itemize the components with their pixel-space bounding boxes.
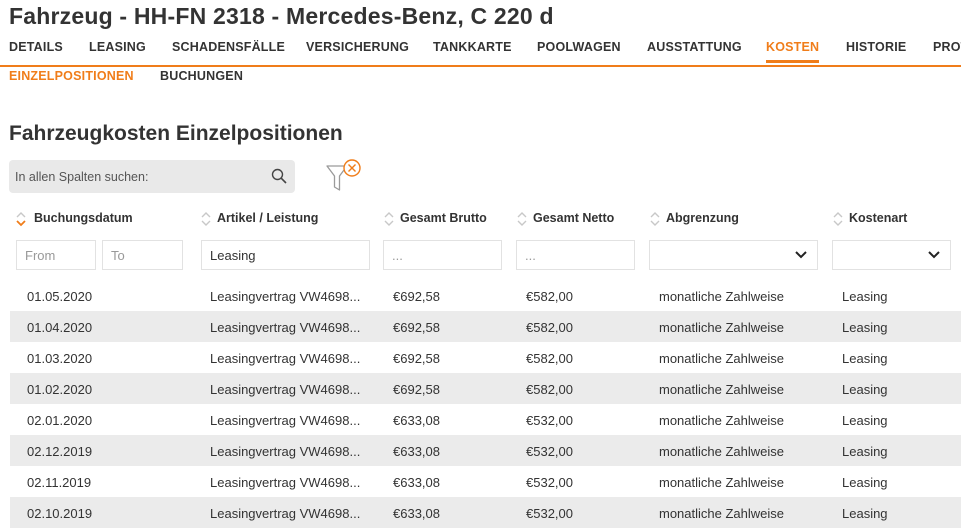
column-header-buchungsdatum[interactable]: Buchungsdatum bbox=[34, 211, 133, 225]
cell-buchungsdatum: 01.04.2020 bbox=[27, 320, 93, 335]
cell-abgrenzung: monatliche Zahlweise bbox=[659, 444, 785, 459]
cell-kostenart: Leasing bbox=[842, 382, 888, 397]
sort-icon[interactable] bbox=[200, 210, 212, 228]
cell-gesamt-netto: €582,00 bbox=[526, 320, 573, 335]
cell-abgrenzung: monatliche Zahlweise bbox=[659, 413, 785, 428]
cell-kostenart: Leasing bbox=[842, 475, 888, 490]
cell-gesamt-brutto: €633,08 bbox=[393, 444, 440, 459]
tab-prot[interactable]: PROT bbox=[933, 40, 961, 54]
tab-poolwagen[interactable]: POOLWAGEN bbox=[537, 40, 621, 54]
cell-abgrenzung: monatliche Zahlweise bbox=[659, 289, 785, 304]
artikel-filter[interactable] bbox=[201, 240, 370, 270]
chevron-down-icon bbox=[795, 251, 807, 259]
kostenart-filter-select[interactable] bbox=[832, 240, 951, 270]
tab-schadensfaelle[interactable]: SCHADENSFÄLLE bbox=[172, 40, 285, 54]
cell-abgrenzung: monatliche Zahlweise bbox=[659, 351, 785, 366]
tab-historie[interactable]: HISTORIE bbox=[846, 40, 906, 54]
cell-gesamt-netto: €532,00 bbox=[526, 506, 573, 521]
cell-gesamt-netto: €532,00 bbox=[526, 475, 573, 490]
cell-gesamt-brutto: €692,58 bbox=[393, 320, 440, 335]
cell-artikel: Leasingvertrag VW4698... bbox=[210, 289, 361, 304]
cell-buchungsdatum: 02.11.2019 bbox=[27, 475, 92, 490]
table-row[interactable]: 02.10.2019 Leasingvertrag VW4698... €633… bbox=[10, 497, 961, 528]
cell-abgrenzung: monatliche Zahlweise bbox=[659, 320, 785, 335]
cell-gesamt-netto: €582,00 bbox=[526, 351, 573, 366]
table-row[interactable]: 02.12.2019 Leasingvertrag VW4698... €633… bbox=[10, 435, 961, 466]
tab-details[interactable]: DETAILS bbox=[9, 40, 63, 54]
cell-abgrenzung: monatliche Zahlweise bbox=[659, 475, 785, 490]
subtab-buchungen[interactable]: BUCHUNGEN bbox=[160, 69, 243, 83]
cell-gesamt-netto: €582,00 bbox=[526, 289, 573, 304]
search-input[interactable] bbox=[15, 160, 261, 193]
cell-gesamt-brutto: €692,58 bbox=[393, 289, 440, 304]
cell-abgrenzung: monatliche Zahlweise bbox=[659, 382, 785, 397]
table-row[interactable]: 02.01.2020 Leasingvertrag VW4698... €633… bbox=[10, 404, 961, 435]
cell-artikel: Leasingvertrag VW4698... bbox=[210, 351, 361, 366]
abgrenzung-filter-select[interactable] bbox=[649, 240, 818, 270]
table-row[interactable]: 01.04.2020 Leasingvertrag VW4698... €692… bbox=[10, 311, 961, 342]
table-row[interactable]: 02.11.2019 Leasingvertrag VW4698... €633… bbox=[10, 466, 961, 497]
sort-icon[interactable] bbox=[832, 210, 844, 228]
brutto-filter[interactable] bbox=[383, 240, 502, 270]
table-row[interactable]: 01.03.2020 Leasingvertrag VW4698... €692… bbox=[10, 342, 961, 373]
cell-gesamt-brutto: €633,08 bbox=[393, 475, 440, 490]
chevron-down-icon bbox=[928, 251, 940, 259]
cell-gesamt-netto: €532,00 bbox=[526, 444, 573, 459]
netto-filter[interactable] bbox=[516, 240, 635, 270]
cell-artikel: Leasingvertrag VW4698... bbox=[210, 506, 361, 521]
date-from-filter[interactable] bbox=[16, 240, 96, 270]
cell-abgrenzung: monatliche Zahlweise bbox=[659, 506, 785, 521]
column-header-gesamt-netto[interactable]: Gesamt Netto bbox=[533, 211, 614, 225]
tab-tankkarte[interactable]: TANKKARTE bbox=[433, 40, 512, 54]
tab-leasing[interactable]: LEASING bbox=[89, 40, 146, 54]
column-header-abgrenzung[interactable]: Abgrenzung bbox=[666, 211, 739, 225]
cell-artikel: Leasingvertrag VW4698... bbox=[210, 320, 361, 335]
cell-artikel: Leasingvertrag VW4698... bbox=[210, 475, 361, 490]
cell-buchungsdatum: 02.01.2020 bbox=[27, 413, 93, 428]
cell-kostenart: Leasing bbox=[842, 320, 888, 335]
cell-buchungsdatum: 02.12.2019 bbox=[27, 444, 93, 459]
cell-gesamt-brutto: €692,58 bbox=[393, 382, 440, 397]
section-heading: Fahrzeugkosten Einzelpositionen bbox=[9, 122, 343, 145]
cell-artikel: Leasingvertrag VW4698... bbox=[210, 382, 361, 397]
table-row[interactable]: 01.02.2020 Leasingvertrag VW4698... €692… bbox=[10, 373, 961, 404]
cell-gesamt-brutto: €633,08 bbox=[393, 413, 440, 428]
sort-icon[interactable] bbox=[649, 210, 661, 228]
filter-reset-icon[interactable] bbox=[325, 158, 363, 194]
search-icon[interactable] bbox=[271, 168, 287, 184]
sort-icon[interactable] bbox=[15, 210, 27, 228]
cell-buchungsdatum: 01.05.2020 bbox=[27, 289, 93, 304]
date-to-filter[interactable] bbox=[102, 240, 183, 270]
tab-versicherung[interactable]: VERSICHERUNG bbox=[306, 40, 409, 54]
subtab-einzelpositionen[interactable]: EINZELPOSITIONEN bbox=[9, 69, 134, 83]
cell-gesamt-brutto: €633,08 bbox=[393, 506, 440, 521]
column-header-artikel[interactable]: Artikel / Leistung bbox=[217, 211, 318, 225]
cell-buchungsdatum: 01.03.2020 bbox=[27, 351, 93, 366]
cell-gesamt-netto: €532,00 bbox=[526, 413, 573, 428]
cell-kostenart: Leasing bbox=[842, 289, 888, 304]
cell-kostenart: Leasing bbox=[842, 413, 888, 428]
column-header-kostenart[interactable]: Kostenart bbox=[849, 211, 907, 225]
cell-buchungsdatum: 02.10.2019 bbox=[27, 506, 93, 521]
main-tabs: DETAILS LEASING SCHADENSFÄLLE VERSICHERU… bbox=[0, 38, 961, 67]
cell-gesamt-netto: €582,00 bbox=[526, 382, 573, 397]
sort-icon[interactable] bbox=[516, 210, 528, 228]
tab-kosten[interactable]: KOSTEN bbox=[766, 40, 820, 63]
cell-gesamt-brutto: €692,58 bbox=[393, 351, 440, 366]
column-header-gesamt-brutto[interactable]: Gesamt Brutto bbox=[400, 211, 487, 225]
global-search bbox=[9, 160, 295, 193]
sort-icon[interactable] bbox=[383, 210, 395, 228]
table-row[interactable]: 01.05.2020 Leasingvertrag VW4698... €692… bbox=[10, 280, 961, 311]
cell-artikel: Leasingvertrag VW4698... bbox=[210, 413, 361, 428]
cell-kostenart: Leasing bbox=[842, 506, 888, 521]
page-title: Fahrzeug - HH-FN 2318 - Mercedes-Benz, C… bbox=[9, 3, 554, 29]
cell-kostenart: Leasing bbox=[842, 351, 888, 366]
cell-kostenart: Leasing bbox=[842, 444, 888, 459]
tab-ausstattung[interactable]: AUSSTATTUNG bbox=[647, 40, 742, 54]
cell-artikel: Leasingvertrag VW4698... bbox=[210, 444, 361, 459]
cell-buchungsdatum: 01.02.2020 bbox=[27, 382, 93, 397]
